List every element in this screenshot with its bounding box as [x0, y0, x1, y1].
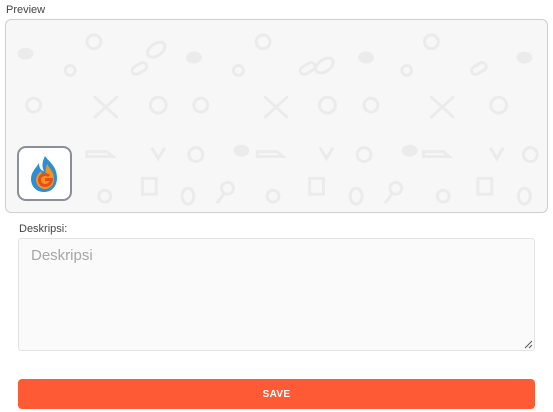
medal-doodle-icon — [63, 64, 414, 77]
flame-g-logo-icon — [30, 155, 57, 192]
crossed-sticks-doodle-icon — [93, 95, 455, 119]
resize-handle-icon[interactable] — [523, 339, 533, 349]
shoe-doodle-icon — [85, 150, 454, 159]
cylinder-doodle-icon — [130, 61, 149, 76]
leaf-doodle-icon — [17, 47, 34, 60]
ball-doodle-icon — [85, 33, 440, 51]
sports-pattern-background — [17, 33, 539, 206]
ball-doodle-icon — [97, 188, 451, 204]
cylinder-doodle-icon — [470, 61, 488, 76]
cylinder-doodle-icon — [298, 61, 317, 76]
soccer-ball-doodle-icon — [25, 96, 380, 114]
preview-label: Preview — [6, 4, 46, 16]
logo-thumbnail[interactable] — [17, 146, 72, 201]
preview-panel — [5, 19, 548, 213]
save-button[interactable]: SAVE — [18, 379, 535, 409]
description-label: Deskripsi: — [19, 223, 68, 235]
description-textarea[interactable] — [18, 238, 535, 351]
rugby-ball-doodle-icon — [145, 40, 167, 59]
